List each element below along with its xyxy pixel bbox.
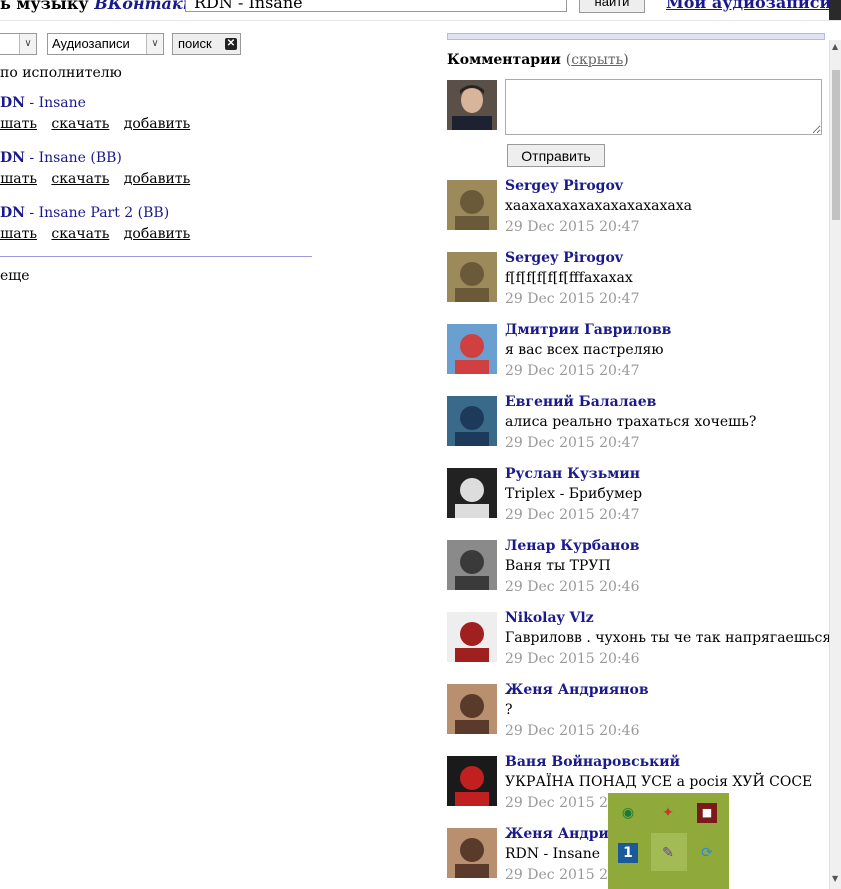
scroll-thumb[interactable] bbox=[832, 70, 840, 220]
red-app-icon[interactable]: ■ bbox=[697, 803, 717, 823]
comment-input[interactable] bbox=[505, 79, 822, 135]
comment-text: хаахахахахахахахахахаха bbox=[505, 198, 693, 214]
comment-text: RDN - Insane bbox=[505, 846, 601, 862]
avatar bbox=[447, 80, 497, 130]
comment-text: Гавриловв . чухонь ты че так напрягаешьс… bbox=[505, 630, 841, 646]
add-link[interactable]: добавить bbox=[124, 226, 190, 242]
download-link[interactable]: скачать bbox=[51, 226, 109, 242]
comment-date: 29 Dec 2015 20:47 bbox=[505, 435, 640, 451]
comment-avatar[interactable] bbox=[447, 684, 497, 734]
type-select[interactable]: Аудиозаписи ∨ bbox=[47, 33, 164, 55]
corner-image bbox=[829, 0, 841, 20]
track-item[interactable]: DN - Insane bbox=[0, 95, 86, 111]
comment-text: Ваня ты ТРУП bbox=[505, 558, 611, 574]
listen-link[interactable]: ушать bbox=[0, 171, 37, 187]
divider bbox=[0, 256, 312, 257]
comment-text: я вас всех пастреляю bbox=[505, 342, 664, 358]
track-actions: ушать скачать добавить bbox=[0, 226, 200, 242]
more-link[interactable]: еще bbox=[0, 268, 30, 284]
comment-date: 29 Dec 2015 20:47 bbox=[505, 291, 640, 307]
pinwheel-icon[interactable]: ✦ bbox=[658, 803, 678, 823]
comment-text: УКРАЇНА ПОНАД УСЕ а росія ХУЙ СОСЕ bbox=[505, 774, 813, 790]
number-one-icon[interactable]: 1 bbox=[618, 843, 638, 863]
chevron-down-icon: ∨ bbox=[19, 34, 36, 54]
comment-avatar[interactable] bbox=[447, 396, 497, 446]
close-icon[interactable]: ✕ bbox=[225, 38, 237, 50]
comment-author[interactable]: Руслан Кузьмин bbox=[505, 466, 640, 482]
comment-avatar[interactable] bbox=[447, 828, 497, 878]
site-brand: ь музыку ВКонтакте bbox=[0, 0, 210, 13]
comment-author[interactable]: Женя Андриянов bbox=[505, 682, 649, 698]
globe-icon[interactable]: ◉ bbox=[618, 803, 638, 823]
comment-avatar[interactable] bbox=[447, 540, 497, 590]
top-bar: ь музыку ВКонтакте найти Мои аудиозаписи bbox=[0, 0, 841, 21]
comment-avatar[interactable] bbox=[447, 756, 497, 806]
hide-comments-link[interactable]: скрыть bbox=[571, 52, 623, 68]
comment-author[interactable]: Евгений Балалаев bbox=[505, 394, 656, 410]
comment-author[interactable]: Sergey Pirogov bbox=[505, 178, 623, 194]
track-item[interactable]: DN - Insane Part 2 (BB) bbox=[0, 205, 169, 221]
download-link[interactable]: скачать bbox=[51, 171, 109, 187]
comments-title: Комментарии (скрыть) bbox=[447, 52, 629, 68]
listen-link[interactable]: ушать bbox=[0, 226, 37, 242]
track-actions: ушать скачать добавить bbox=[0, 116, 200, 132]
add-link[interactable]: добавить bbox=[124, 171, 190, 187]
search-button[interactable]: найти bbox=[579, 0, 645, 13]
comment-date: 29 Dec 2015 20:47 bbox=[505, 363, 640, 379]
listen-link[interactable]: ушать bbox=[0, 116, 37, 132]
comment-date: 29 Dec 2015 20:46 bbox=[505, 651, 640, 667]
track-item[interactable]: DN - Insane (BB) bbox=[0, 150, 122, 166]
swirl-icon[interactable]: ⟳ bbox=[697, 843, 717, 863]
comment-date: 29 Dec 2015 20:46 bbox=[505, 579, 640, 595]
chevron-down-icon: ∨ bbox=[146, 34, 163, 54]
comment-text: f[f[f[f[f[f[fffахахах bbox=[505, 270, 633, 286]
comment-avatar[interactable] bbox=[447, 252, 497, 302]
add-link[interactable]: добавить bbox=[124, 116, 190, 132]
comment-author[interactable]: Nikolay Vlz bbox=[505, 610, 594, 626]
by-artist-label: по исполнителю bbox=[0, 65, 122, 81]
comment-avatar[interactable] bbox=[447, 180, 497, 230]
comment-avatar[interactable] bbox=[447, 324, 497, 374]
comment-avatar[interactable] bbox=[447, 612, 497, 662]
section-bar bbox=[447, 33, 825, 40]
download-link[interactable]: скачать bbox=[51, 116, 109, 132]
brand-prefix: ь музыку bbox=[0, 0, 89, 13]
comment-date: 29 Dec 2015 20:47 bbox=[505, 219, 640, 235]
comment-text: Triplex - Брибумер bbox=[505, 486, 643, 502]
comment-author[interactable]: Ваня Войнаровський bbox=[505, 754, 680, 770]
comment-text: ? bbox=[505, 702, 513, 718]
comment-date: 29 Dec 2015 20:46 bbox=[505, 723, 640, 739]
scroll-down-icon[interactable]: ▼ bbox=[832, 874, 838, 883]
feather-icon[interactable]: ✎ bbox=[658, 843, 678, 863]
search-input[interactable] bbox=[185, 0, 567, 12]
comment-text: алиса реально трахаться хочешь? bbox=[505, 414, 757, 430]
tray-popup: ◉ ✦ ■ 1 ✎ ⟳ bbox=[608, 793, 729, 889]
search-tag-button[interactable]: поиск ✕ bbox=[172, 33, 241, 55]
scrollbar[interactable]: ▲ ▼ bbox=[829, 40, 841, 889]
my-audio-link[interactable]: Мои аудиозаписи bbox=[666, 0, 831, 12]
filter-select[interactable]: ∨ bbox=[0, 33, 37, 55]
comment-avatar[interactable] bbox=[447, 468, 497, 518]
comment-author[interactable]: Дмитрии Гавриловв bbox=[505, 322, 671, 338]
scroll-up-icon[interactable]: ▲ bbox=[832, 42, 838, 51]
comment-author[interactable]: Ленар Курбанов bbox=[505, 538, 639, 554]
track-actions: ушать скачать добавить bbox=[0, 171, 200, 187]
comment-date: 29 Dec 2015 20:47 bbox=[505, 507, 640, 523]
send-button[interactable]: Отправить bbox=[507, 144, 605, 167]
comment-author[interactable]: Sergey Pirogov bbox=[505, 250, 623, 266]
